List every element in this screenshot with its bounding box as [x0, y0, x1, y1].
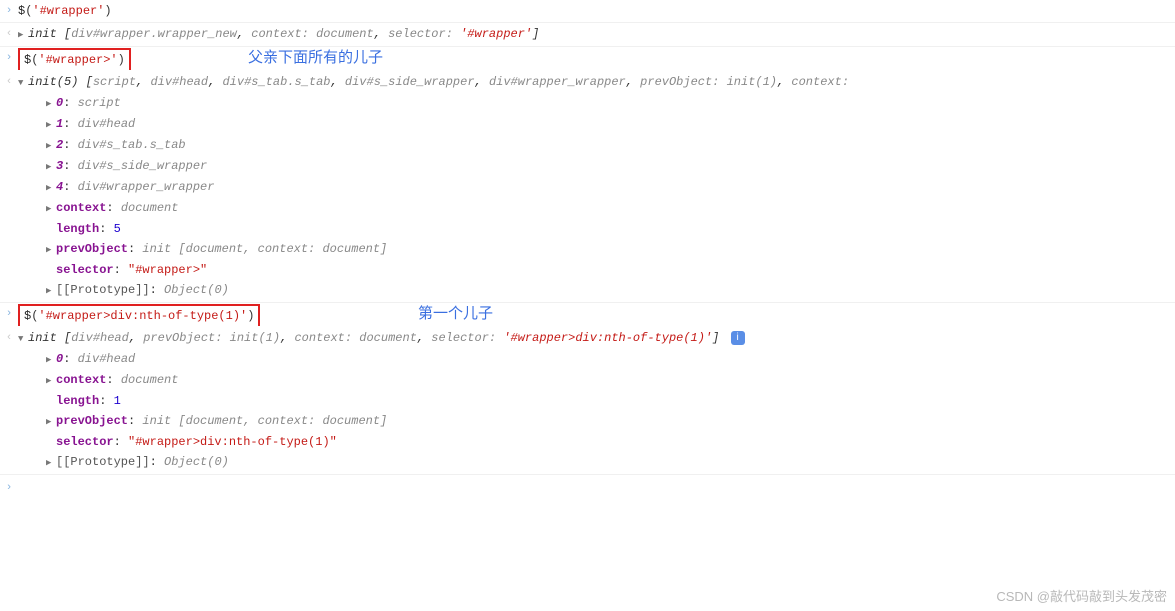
expand-caret-icon[interactable]: ▶ [46, 412, 56, 432]
console-output-row[interactable]: ‹ ▼init [div#head, prevObject: init(1), … [0, 327, 1175, 475]
output-chevron-icon: ‹ [0, 72, 18, 92]
property-row[interactable]: ▶[[Prototype]]: Object(0) [18, 280, 1175, 301]
collapse-caret-icon[interactable]: ▼ [18, 329, 28, 349]
property-row[interactable]: length: 1 [18, 391, 1175, 411]
annotation-label: 父亲下面所有的儿子 [248, 48, 383, 68]
console-input-row[interactable]: › $('#wrapper>') 父亲下面所有的儿子 [0, 47, 1175, 71]
expand-caret-icon[interactable]: ▶ [46, 240, 56, 260]
console-input-row[interactable]: › $('#wrapper>div:nth-of-type(1)') 第一个儿子 [0, 303, 1175, 327]
output-chevron-icon: ‹ [0, 328, 18, 348]
input-chevron-icon: › [0, 304, 18, 324]
input-chevron-icon: › [0, 478, 18, 498]
expand-caret-icon[interactable]: ▶ [46, 453, 56, 473]
console-output-row[interactable]: ‹ ▼init(5) [script, div#head, div#s_tab.… [0, 71, 1175, 303]
property-row[interactable]: ▶prevObject: init [document, context: do… [18, 411, 1175, 432]
property-row[interactable]: ▶3: div#s_side_wrapper [18, 156, 1175, 177]
property-row[interactable]: length: 5 [18, 219, 1175, 239]
property-row[interactable]: ▶context: document [18, 370, 1175, 391]
expand-caret-icon[interactable]: ▶ [46, 281, 56, 301]
property-row[interactable]: ▶0: script [18, 93, 1175, 114]
result-summary: init [div#wrapper.wrapper_new, context: … [28, 27, 539, 41]
property-row[interactable]: selector: "#wrapper>" [18, 260, 1175, 280]
property-row[interactable]: ▶4: div#wrapper_wrapper [18, 177, 1175, 198]
expand-caret-icon[interactable]: ▶ [46, 157, 56, 177]
property-row[interactable]: selector: "#wrapper>div:nth-of-type(1)" [18, 432, 1175, 452]
property-row[interactable]: ▶0: div#head [18, 349, 1175, 370]
input-chevron-icon: › [0, 1, 18, 21]
expand-caret-icon[interactable]: ▶ [46, 178, 56, 198]
watermark-text: CSDN @敲代码敲到头发茂密 [996, 587, 1167, 607]
expand-caret-icon[interactable]: ▶ [46, 94, 56, 114]
property-row[interactable]: ▶context: document [18, 198, 1175, 219]
property-row[interactable]: ▶[[Prototype]]: Object(0) [18, 452, 1175, 473]
highlighted-input: $('#wrapper>div:nth-of-type(1)') [18, 304, 260, 326]
console-output-row[interactable]: ‹ ▶init [div#wrapper.wrapper_new, contex… [0, 23, 1175, 47]
expand-caret-icon[interactable]: ▶ [18, 25, 28, 45]
collapse-caret-icon[interactable]: ▼ [18, 73, 28, 93]
result-summary: init [28, 331, 64, 345]
expand-caret-icon[interactable]: ▶ [46, 199, 56, 219]
expand-caret-icon[interactable]: ▶ [46, 350, 56, 370]
expand-caret-icon[interactable]: ▶ [46, 115, 56, 135]
expand-caret-icon[interactable]: ▶ [46, 136, 56, 156]
highlighted-input: $('#wrapper>') [18, 48, 131, 70]
expand-caret-icon[interactable]: ▶ [46, 371, 56, 391]
result-summary: init(5) [28, 75, 86, 89]
console-prompt[interactable]: › [0, 475, 1175, 498]
output-chevron-icon: ‹ [0, 24, 18, 44]
property-row[interactable]: ▶prevObject: init [document, context: do… [18, 239, 1175, 260]
info-icon[interactable]: i [731, 331, 745, 345]
console-input-row[interactable]: › $('#wrapper') [0, 0, 1175, 23]
input-chevron-icon: › [0, 48, 18, 68]
property-row[interactable]: ▶1: div#head [18, 114, 1175, 135]
annotation-label: 第一个儿子 [418, 304, 493, 324]
property-row[interactable]: ▶2: div#s_tab.s_tab [18, 135, 1175, 156]
